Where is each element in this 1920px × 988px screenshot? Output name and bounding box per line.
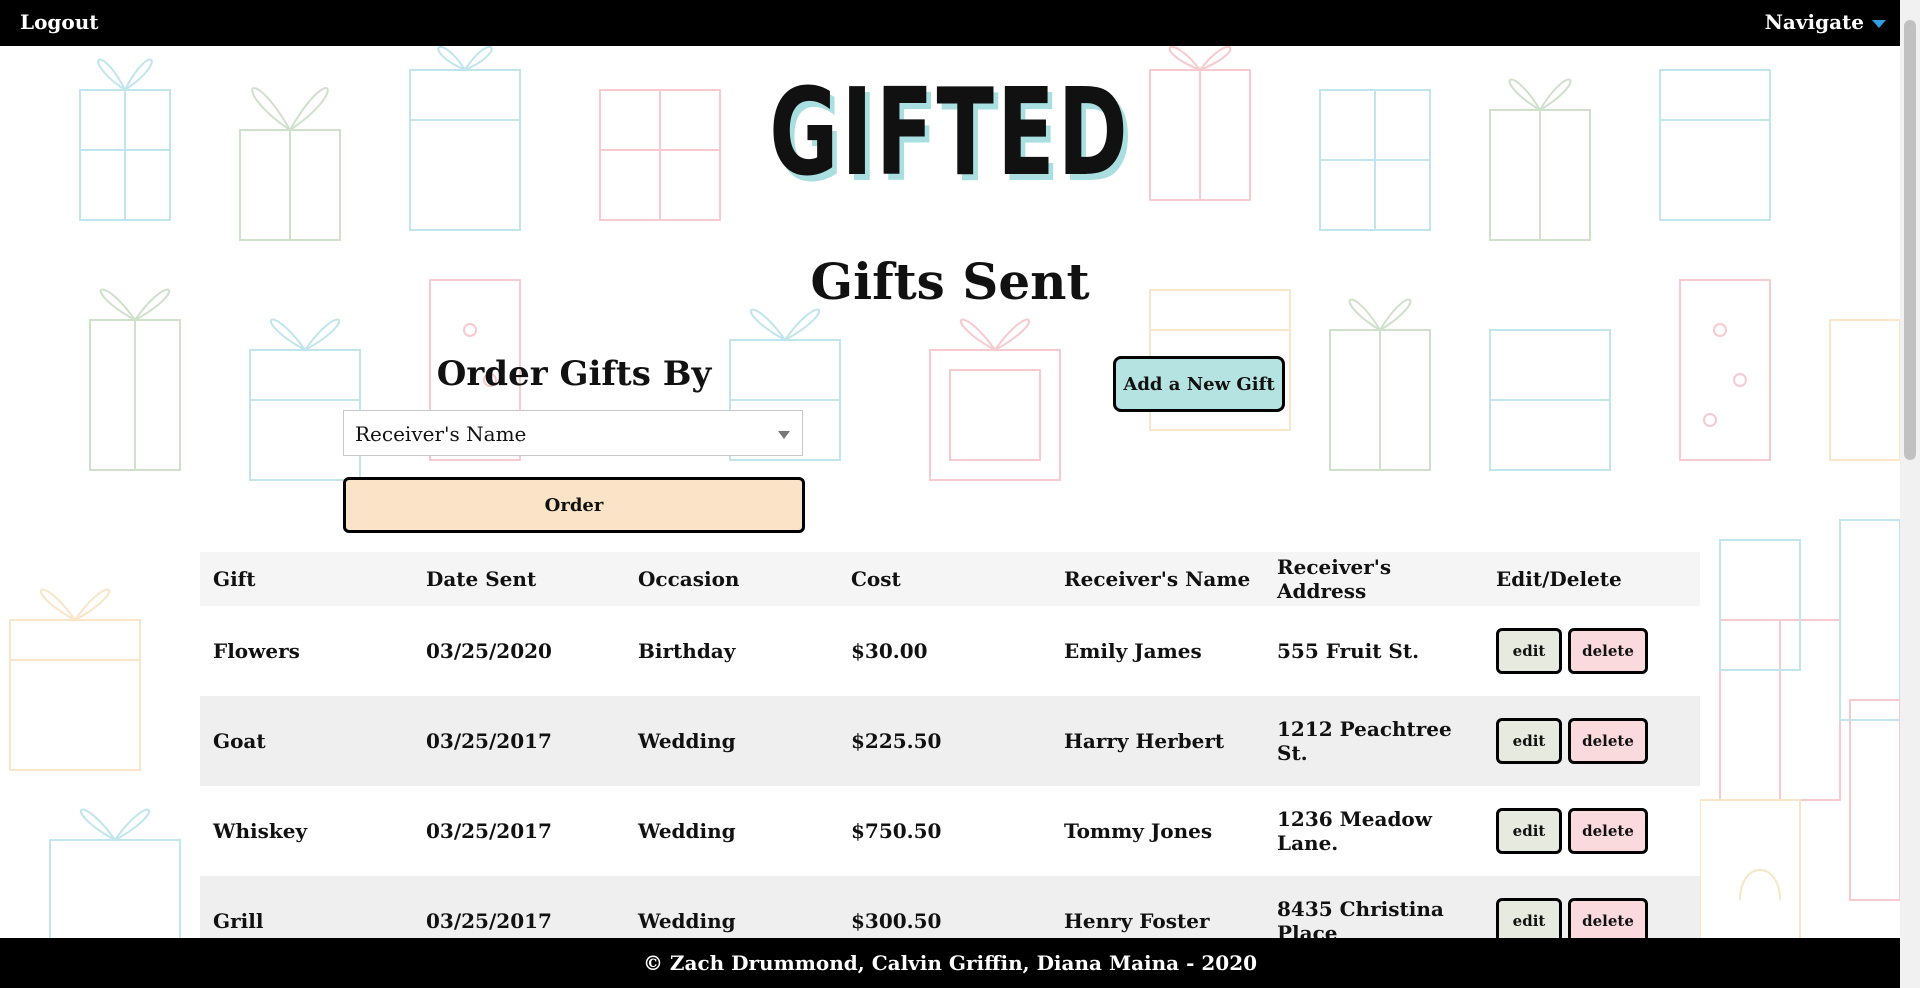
scrollbar-thumb[interactable] — [1904, 20, 1916, 460]
cell-cost: $225.50 — [838, 696, 1051, 786]
delete-button[interactable]: delete — [1568, 628, 1648, 674]
header-occasion: Occasion — [625, 552, 838, 606]
cell-actions: edit delete — [1483, 606, 1700, 696]
cell-date: 03/25/2017 — [413, 696, 625, 786]
header-receiver-address: Receiver's Address — [1264, 552, 1483, 606]
page-scrollbar[interactable] — [1900, 0, 1920, 988]
cell-receiver: Harry Herbert — [1051, 696, 1264, 786]
order-by-select[interactable]: Receiver's Name — [343, 410, 803, 456]
cell-occasion: Wedding — [625, 786, 838, 876]
page-title: Gifts Sent — [810, 252, 1090, 311]
cell-actions: edit delete — [1483, 696, 1700, 786]
order-heading: Order Gifts By — [436, 354, 712, 394]
header-edit-delete: Edit/Delete — [1483, 552, 1700, 606]
cell-actions: edit delete — [1483, 786, 1700, 876]
table-row: Flowers 03/25/2020 Birthday $30.00 Emily… — [200, 606, 1700, 696]
cell-address: 1212 Peachtree St. — [1264, 696, 1483, 786]
cell-occasion: Birthday — [625, 606, 838, 696]
navigate-dropdown[interactable]: Navigate — [1765, 10, 1886, 34]
cell-date: 03/25/2020 — [413, 606, 625, 696]
header-receiver-name: Receiver's Name — [1051, 552, 1264, 606]
cell-occasion: Wedding — [625, 696, 838, 786]
page: Logout Navigate GIFTED Gifts Sent Order … — [0, 0, 1920, 988]
edit-button[interactable]: edit — [1496, 718, 1562, 764]
footer-credits: © Zach Drummond, Calvin Griffin, Diana M… — [642, 951, 1258, 975]
delete-button[interactable]: delete — [1568, 718, 1648, 764]
top-nav-bar: Logout Navigate — [0, 0, 1900, 46]
header-gift: Gift — [200, 552, 413, 606]
table-row: Goat 03/25/2017 Wedding $225.50 Harry He… — [200, 696, 1700, 786]
cell-receiver: Emily James — [1051, 606, 1264, 696]
cell-gift: Goat — [200, 696, 413, 786]
cell-cost: $30.00 — [838, 606, 1051, 696]
add-new-gift-button[interactable]: Add a New Gift — [1113, 356, 1285, 412]
cell-date: 03/25/2017 — [413, 786, 625, 876]
cell-receiver: Tommy Jones — [1051, 786, 1264, 876]
table-header-row: Gift Date Sent Occasion Cost Receiver's … — [200, 552, 1700, 606]
gifted-logo: GIFTED — [769, 64, 1131, 203]
logout-link[interactable]: Logout — [20, 10, 99, 34]
table-row: Whiskey 03/25/2017 Wedding $750.50 Tommy… — [200, 786, 1700, 876]
cell-gift: Whiskey — [200, 786, 413, 876]
edit-button[interactable]: edit — [1496, 808, 1562, 854]
header-date-sent: Date Sent — [413, 552, 625, 606]
delete-button[interactable]: delete — [1568, 808, 1648, 854]
order-button[interactable]: Order — [343, 477, 805, 533]
cell-gift: Flowers — [200, 606, 413, 696]
select-arrow-icon — [778, 431, 790, 439]
gifts-table: Gift Date Sent Occasion Cost Receiver's … — [200, 552, 1700, 966]
cell-address: 1236 Meadow Lane. — [1264, 786, 1483, 876]
order-by-selected-value: Receiver's Name — [355, 422, 527, 446]
cell-cost: $750.50 — [838, 786, 1051, 876]
cell-address: 555 Fruit St. — [1264, 606, 1483, 696]
footer: © Zach Drummond, Calvin Griffin, Diana M… — [0, 938, 1900, 988]
navigate-label: Navigate — [1764, 10, 1864, 34]
caret-down-icon — [1872, 19, 1886, 28]
header-cost: Cost — [838, 552, 1051, 606]
edit-button[interactable]: edit — [1496, 628, 1562, 674]
